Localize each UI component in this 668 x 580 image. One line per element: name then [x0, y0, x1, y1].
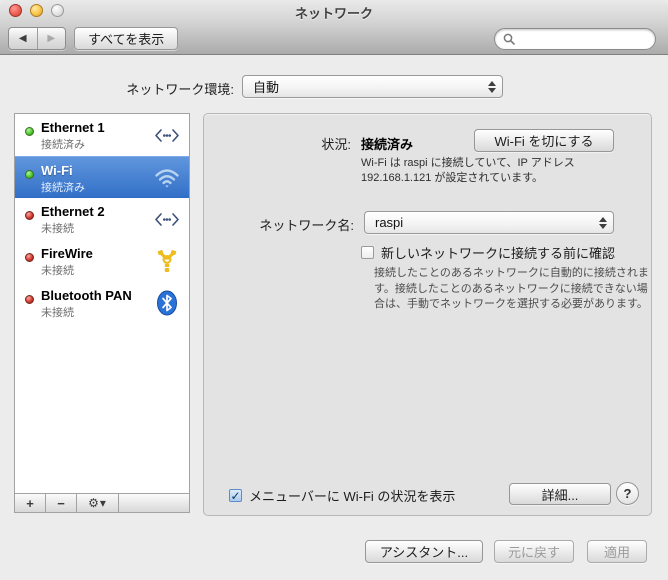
help-button[interactable]: ? — [616, 482, 639, 505]
sidebar-item-wifi[interactable]: Wi-Fi 接続済み — [15, 156, 189, 198]
status-label: 状況: — [204, 134, 351, 153]
network-name-popup[interactable]: raspi — [364, 211, 614, 234]
status-dot-disconnected — [25, 295, 34, 304]
menubar-checkbox-label: メニューバーに Wi-Fi の状況を表示 — [249, 486, 455, 505]
interface-name: FireWire — [41, 246, 93, 261]
network-location-label: ネットワーク環境: — [0, 79, 234, 98]
interface-status: 未接続 — [41, 262, 74, 278]
search-icon — [503, 33, 515, 45]
ask-join-checkbox[interactable] — [361, 246, 374, 259]
network-location-value: 自動 — [243, 77, 482, 96]
interface-status: 接続済み — [41, 136, 85, 152]
forward-button[interactable]: ▶ — [37, 28, 66, 49]
wifi-off-button[interactable]: Wi-Fi を切にする — [474, 129, 614, 152]
show-all-button[interactable]: すべてを表示 — [74, 27, 178, 50]
ethernet-icon — [153, 206, 181, 232]
ask-join-description: 接続したことのあるネットワークに自動的に接続されます。接続したことのあるネットワ… — [374, 266, 652, 313]
sidebar-item-ethernet-1[interactable]: Ethernet 1 接続済み — [15, 114, 189, 156]
wifi-icon — [153, 165, 181, 191]
network-location-popup[interactable]: 自動 — [242, 75, 503, 98]
popup-stepper-icon — [593, 217, 613, 229]
interface-toolbar-filler — [119, 494, 189, 512]
status-dot-disconnected — [25, 253, 34, 262]
interface-list-items: Ethernet 1 接続済み Wi-Fi 接続済み — [15, 114, 189, 493]
interface-name: Ethernet 1 — [41, 120, 105, 135]
status-dot-connected — [25, 127, 34, 136]
search-field[interactable] — [494, 28, 656, 50]
interface-name: Bluetooth PAN — [41, 288, 132, 303]
interface-name: Wi-Fi — [41, 163, 73, 178]
interface-name: Ethernet 2 — [41, 204, 105, 219]
status-value: 接続済み — [361, 134, 413, 153]
revert-button[interactable]: 元に戻す — [494, 540, 574, 563]
interface-status: 接続済み — [41, 179, 85, 195]
interface-status: 未接続 — [41, 304, 74, 320]
back-forward-control: ◀ ▶ — [8, 27, 66, 50]
sidebar-item-firewire[interactable]: FireWire 未接続 — [15, 240, 189, 282]
bluetooth-icon — [153, 290, 181, 316]
network-name-value: raspi — [365, 215, 593, 230]
interface-status: 未接続 — [41, 220, 74, 236]
add-interface-button[interactable]: + — [15, 494, 46, 512]
toolbar: ◀ ▶ すべてを表示 — [0, 22, 668, 55]
menubar-wifi-checkbox[interactable]: ✓ — [229, 489, 242, 502]
remove-interface-button[interactable]: − — [46, 494, 77, 512]
menubar-checkbox-row: ✓ メニューバーに Wi-Fi の状況を表示 — [229, 486, 455, 505]
ethernet-icon — [153, 122, 181, 148]
search-input[interactable] — [520, 31, 668, 47]
gear-menu-button[interactable]: ⚙▾ — [77, 494, 119, 512]
ask-join-checkbox-label: 新しいネットワークに接続する前に確認 — [381, 243, 615, 262]
sidebar-item-ethernet-2[interactable]: Ethernet 2 未接続 — [15, 198, 189, 240]
interface-list: Ethernet 1 接続済み Wi-Fi 接続済み — [14, 113, 190, 513]
sidebar-item-bluetooth-pan[interactable]: Bluetooth PAN 未接続 — [15, 282, 189, 324]
wifi-settings-panel: 状況: 接続済み Wi-Fi を切にする Wi-Fi は raspi に接続して… — [203, 113, 652, 516]
firewire-icon — [153, 248, 181, 274]
network-name-label: ネットワーク名: — [204, 215, 354, 234]
window-title: ネットワーク — [0, 3, 668, 22]
advanced-button[interactable]: 詳細... — [509, 483, 611, 505]
popup-stepper-icon — [482, 81, 502, 93]
status-dot-disconnected — [25, 211, 34, 220]
back-button[interactable]: ◀ — [9, 28, 37, 49]
assistant-button[interactable]: アシスタント... — [365, 540, 483, 563]
network-preferences-window: ネットワーク ◀ ▶ すべてを表示 ネットワーク環境: 自動 Ethernet … — [0, 0, 668, 580]
status-description: Wi-Fi は raspi に接続していて、IP アドレス 192.168.1.… — [361, 156, 637, 186]
apply-button[interactable]: 適用 — [587, 540, 647, 563]
title-bar: ネットワーク — [0, 0, 668, 22]
interface-list-toolbar: + − ⚙▾ — [15, 493, 189, 512]
ask-join-checkbox-row: 新しいネットワークに接続する前に確認 — [361, 243, 615, 262]
status-dot-connected — [25, 170, 34, 179]
